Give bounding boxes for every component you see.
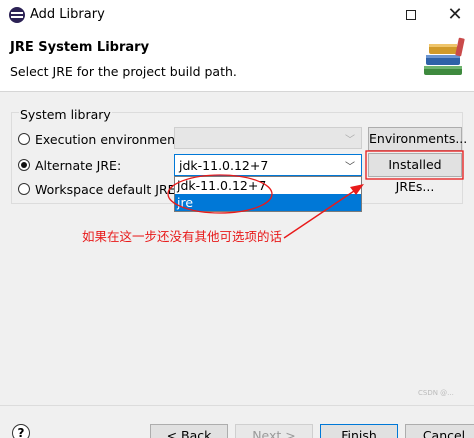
annotation-text: 如果在这一步还没有其他可选项的话 (82, 229, 283, 244)
close-button[interactable]: ✕ (440, 3, 470, 27)
jre-dropdown-list[interactable]: jdk-11.0.12+7 jre (174, 176, 362, 212)
alternate-jre-option[interactable]: Alternate JRE: (18, 156, 121, 174)
finish-button[interactable]: Finish (320, 424, 398, 438)
dialog-banner: JRE System Library Select JRE for the pr… (0, 30, 474, 92)
help-icon[interactable]: ? (12, 424, 30, 438)
execution-environment-label: Execution environment: (35, 131, 185, 147)
chevron-down-icon: ﹀ (345, 162, 355, 173)
dropdown-item[interactable]: jdk-11.0.12+7 (175, 177, 361, 194)
execution-environment-combo: ﹀ (174, 127, 362, 149)
library-books-icon (424, 37, 465, 75)
banner-description: Select JRE for the project build path. (10, 64, 237, 79)
window-titlebar: Add Library ✕ (0, 0, 474, 30)
workspace-default-option[interactable]: Workspace default JRE (jr (18, 180, 193, 198)
maximize-icon (406, 10, 416, 20)
execution-environment-option[interactable]: Execution environment: (18, 130, 184, 148)
execution-environment-radio[interactable] (18, 133, 30, 145)
cancel-button[interactable]: Cancel (405, 424, 474, 438)
environments-button[interactable]: Environments... (368, 127, 467, 151)
banner-title: JRE System Library (10, 40, 150, 55)
group-label: System library (19, 107, 112, 122)
next-button[interactable]: Next > (235, 424, 313, 438)
window-title: Add Library (30, 7, 105, 22)
eclipse-app-icon (9, 7, 25, 23)
workspace-default-label: Workspace default JRE (jr (35, 181, 193, 197)
dropdown-item-selected[interactable]: jre (175, 194, 361, 211)
chevron-down-icon: ﹀ (345, 135, 355, 146)
alternate-jre-value: jdk-11.0.12+7 (179, 158, 269, 173)
alternate-jre-label: Alternate JRE: (35, 157, 122, 173)
back-button[interactable]: < Back (150, 424, 228, 438)
footer-separator (0, 405, 474, 406)
installed-jres-button[interactable]: Installed JREs... (368, 153, 462, 194)
alternate-jre-combo[interactable]: jdk-11.0.12+7 ﹀ (174, 154, 362, 176)
workspace-default-radio[interactable] (18, 183, 30, 195)
maximize-button[interactable] (396, 3, 426, 27)
alternate-jre-radio[interactable] (18, 159, 30, 171)
watermark: CSDN @... (418, 389, 454, 397)
